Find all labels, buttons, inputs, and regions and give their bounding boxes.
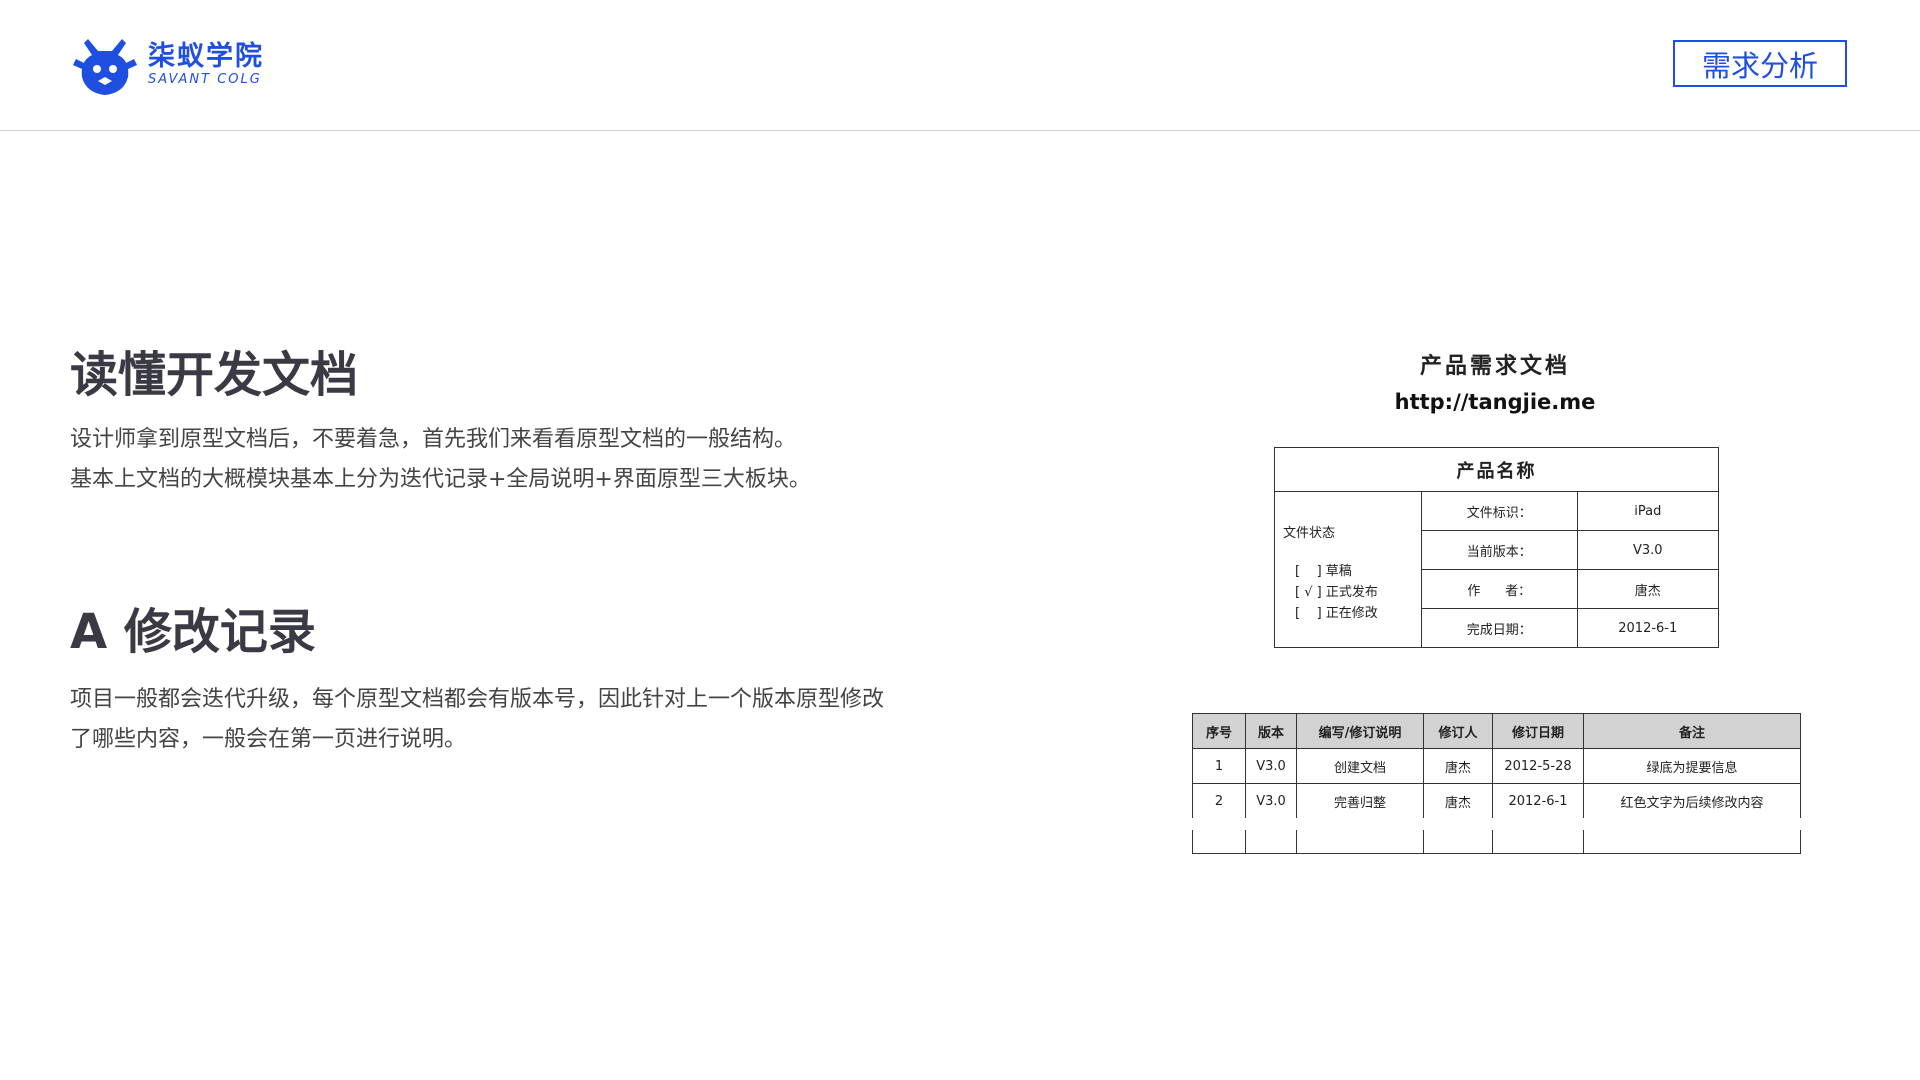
info-value: iPad (1576, 491, 1720, 531)
table-cell: 1 (1192, 748, 1246, 784)
table-cell: 2012-6-1 (1492, 783, 1584, 819)
table-cell: 2 (1192, 783, 1246, 819)
table-cell: 红色文字为后续修改内容 (1583, 783, 1801, 819)
status-option-published: [ √ ] 正式发布 (1295, 585, 1378, 600)
table-cell: 完善归整 (1296, 783, 1424, 819)
col-header: 备注 (1583, 713, 1801, 749)
product-name-header: 产品名称 (1274, 447, 1719, 492)
intro-paragraph: 设计师拿到原型文档后，不要着急，首先我们来看看原型文档的一般结构。 基本上文档的… (70, 420, 970, 500)
product-info-table: 产品名称 文件状态 [ ] 草稿 [ √ ] 正式发布 [ ] 正在修改 文件标… (1274, 447, 1720, 648)
file-status-label: 文件状态 (1283, 526, 1336, 541)
table-cell: V3.0 (1245, 748, 1297, 784)
col-header: 修订人 (1423, 713, 1493, 749)
status-option-editing: [ ] 正在修改 (1295, 606, 1378, 621)
section-tag: 需求分析 (1673, 40, 1847, 87)
table-row: 2 V3.0 完善归整 唐杰 2012-6-1 红色文字为后续修改内容 (1192, 783, 1801, 819)
status-option-draft: [ ] 草稿 (1295, 564, 1352, 579)
intro-line-1: 设计师拿到原型文档后，不要着急，首先我们来看看原型文档的一般结构。 (70, 427, 797, 452)
info-value: V3.0 (1576, 530, 1720, 570)
file-status-cell: 文件状态 [ ] 草稿 [ √ ] 正式发布 [ ] 正在修改 (1274, 491, 1422, 648)
revision-table: 序号 版本 编写/修订说明 修订人 修订日期 备注 1 V3.0 创建文档 唐杰… (1192, 713, 1801, 854)
col-header: 版本 (1245, 713, 1297, 749)
info-label: 作 者： (1421, 569, 1578, 609)
header: 柒蚁学院 SAVANT COLG 需求分析 (0, 0, 1920, 131)
doc-url: http://tangjie.me (1394, 390, 1596, 414)
revisions-line-2: 了哪些内容，一般会在第一页进行说明。 (70, 727, 467, 752)
table-row: 1 V3.0 创建文档 唐杰 2012-5-28 绿底为提要信息 (1192, 748, 1801, 784)
table-cell: 绿底为提要信息 (1583, 748, 1801, 784)
table-cell: 2012-5-28 (1492, 748, 1584, 784)
revisions-paragraph: 项目一般都会迭代升级，每个原型文档都会有版本号，因此针对上一个版本原型修改 了哪… (70, 680, 970, 760)
table-cell: 唐杰 (1423, 783, 1493, 819)
info-label: 文件标识： (1421, 491, 1578, 531)
brand-logo[interactable]: 柒蚁学院 SAVANT COLG (70, 33, 264, 97)
col-header: 编写/修订说明 (1296, 713, 1424, 749)
page-heading: 读懂开发文档 (70, 347, 359, 403)
table-cell: 创建文档 (1296, 748, 1424, 784)
doc-title: 产品需求文档 (1419, 354, 1570, 379)
info-label: 当前版本： (1421, 530, 1578, 570)
info-value: 2012-6-1 (1576, 608, 1720, 648)
section-heading-revisions: A 修改记录 (70, 604, 316, 660)
col-header: 序号 (1192, 713, 1246, 749)
table-cell: V3.0 (1245, 783, 1297, 819)
intro-line-2: 基本上文档的大概模块基本上分为迭代记录+全局说明+界面原型三大板块。 (70, 467, 811, 492)
col-header: 修订日期 (1492, 713, 1584, 749)
logo-subtitle: SAVANT COLG (148, 72, 262, 87)
info-value: 唐杰 (1576, 569, 1720, 609)
ant-logo-icon (73, 39, 137, 95)
revisions-line-1: 项目一般都会迭代升级，每个原型文档都会有版本号，因此针对上一个版本原型修改 (70, 687, 885, 712)
info-label: 完成日期： (1421, 608, 1578, 648)
table-cell: 唐杰 (1423, 748, 1493, 784)
table-crop-mask (1190, 818, 1804, 830)
logo-title: 柒蚁学院 (148, 41, 264, 72)
